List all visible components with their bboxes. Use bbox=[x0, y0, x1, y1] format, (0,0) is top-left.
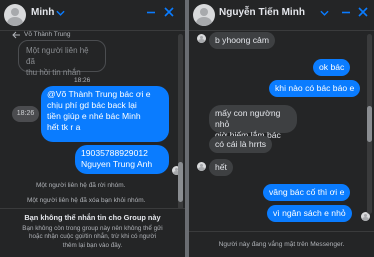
message-line: mấy con ngường nhỏ bbox=[215, 108, 281, 129]
offline-note: Người này đang vắng mặt trên Messenger. bbox=[218, 241, 345, 248]
minimize-icon[interactable] bbox=[145, 6, 157, 18]
chat-header[interactable]: Minh bbox=[0, 0, 185, 31]
scrollbar-thumb[interactable] bbox=[178, 162, 183, 202]
message-text: khi nào có bác báo e bbox=[275, 83, 355, 93]
message-text: vâng bác cố thì ơi e bbox=[269, 187, 345, 197]
chevron-down-icon[interactable] bbox=[56, 10, 65, 17]
system-message: Một người liên hệ đã rời nhóm. bbox=[36, 182, 126, 189]
scrollbar[interactable] bbox=[367, 34, 372, 214]
message-text: có cái là hrrts bbox=[215, 139, 267, 149]
cannot-message-footer: Bạn không thể nhắn tin cho Group này Bạn… bbox=[0, 208, 185, 257]
avatar[interactable] bbox=[193, 4, 215, 26]
message-line: @Võ Thành Trung bác ơi e bbox=[47, 89, 151, 99]
footer-title: Bạn không thể nhắn tin cho Group này bbox=[24, 213, 161, 222]
close-icon[interactable] bbox=[357, 6, 369, 18]
chat-title[interactable]: Nguyễn Tiến Minh bbox=[219, 7, 305, 18]
scrollbar-thumb[interactable] bbox=[367, 106, 372, 142]
time-chip: 18:26 bbox=[12, 106, 39, 122]
timestamp: 18:26 bbox=[74, 77, 91, 84]
incoming-message[interactable]: b yhoong cảm bbox=[209, 32, 275, 49]
message-text: vì ngân sách e nhỏ bbox=[273, 208, 346, 218]
message-text: ok bác bbox=[319, 62, 345, 72]
outgoing-message[interactable]: vì ngân sách e nhỏ bbox=[267, 205, 352, 222]
message-line: chịu phí gd bác back lại bbox=[47, 100, 137, 110]
incoming-message[interactable]: hết bbox=[209, 159, 233, 176]
time-chip-label: 18:26 bbox=[16, 110, 35, 117]
chevron-down-icon[interactable] bbox=[320, 10, 329, 17]
message-line: Nguyen Trung Anh bbox=[81, 159, 153, 169]
scrollbar[interactable] bbox=[178, 34, 183, 210]
close-icon[interactable] bbox=[163, 6, 175, 18]
message-line: tiền giúp e nhé bác Minh bbox=[47, 111, 141, 121]
quoted-line: Một người liên hệ đã bbox=[26, 46, 89, 66]
chat-title[interactable]: Minh bbox=[31, 7, 54, 18]
reply-label: Võ Thành Trung bbox=[24, 31, 71, 38]
footer-line: hoặc nhận cuộc gọi/tin nhắn, trừ khi có … bbox=[28, 233, 157, 241]
message-text: hết bbox=[215, 162, 227, 172]
message-text: b yhoong cảm bbox=[215, 35, 269, 45]
avatar[interactable] bbox=[4, 4, 26, 26]
footer-line: thêm lại bạn vào đây. bbox=[62, 241, 123, 249]
mention-message[interactable]: @Võ Thành Trung bác ơi e chịu phí gd bác… bbox=[41, 86, 169, 142]
chat-window-group: Minh Võ Thành Trung Một người liên hệ đã… bbox=[0, 0, 185, 257]
chat-window-direct: Nguyễn Tiến Minh b yhoong cảm ok bác khi… bbox=[189, 0, 374, 257]
account-message[interactable]: 19035788929012 Nguyen Trung Anh bbox=[75, 145, 169, 174]
minimize-icon[interactable] bbox=[340, 6, 352, 18]
outgoing-message[interactable]: ok bác bbox=[313, 59, 351, 76]
incoming-message[interactable]: có cái là hrrts bbox=[209, 136, 273, 153]
system-message: Một người liên hệ đã xóa bạn khỏi nhóm. bbox=[27, 197, 146, 204]
message-line: 19035788929012 bbox=[81, 148, 148, 158]
outgoing-message[interactable]: vâng bác cố thì ơi e bbox=[263, 184, 351, 201]
sender-avatar bbox=[197, 162, 206, 171]
reply-arrow-icon bbox=[12, 31, 20, 39]
chat-header[interactable]: Nguyễn Tiến Minh bbox=[189, 0, 374, 31]
footer: Người này đang vắng mặt trên Messenger. bbox=[189, 231, 374, 257]
outgoing-message[interactable]: khi nào có bác báo e bbox=[269, 80, 361, 97]
quoted-unsent-message: Một người liên hệ đã thu hồi tin nhắn bbox=[18, 40, 106, 77]
message-line: hết tk r a bbox=[47, 122, 81, 132]
incoming-message[interactable]: mấy con ngường nhỏ giờ hiếm lắm bác bbox=[209, 105, 297, 140]
sender-avatar bbox=[197, 34, 206, 43]
